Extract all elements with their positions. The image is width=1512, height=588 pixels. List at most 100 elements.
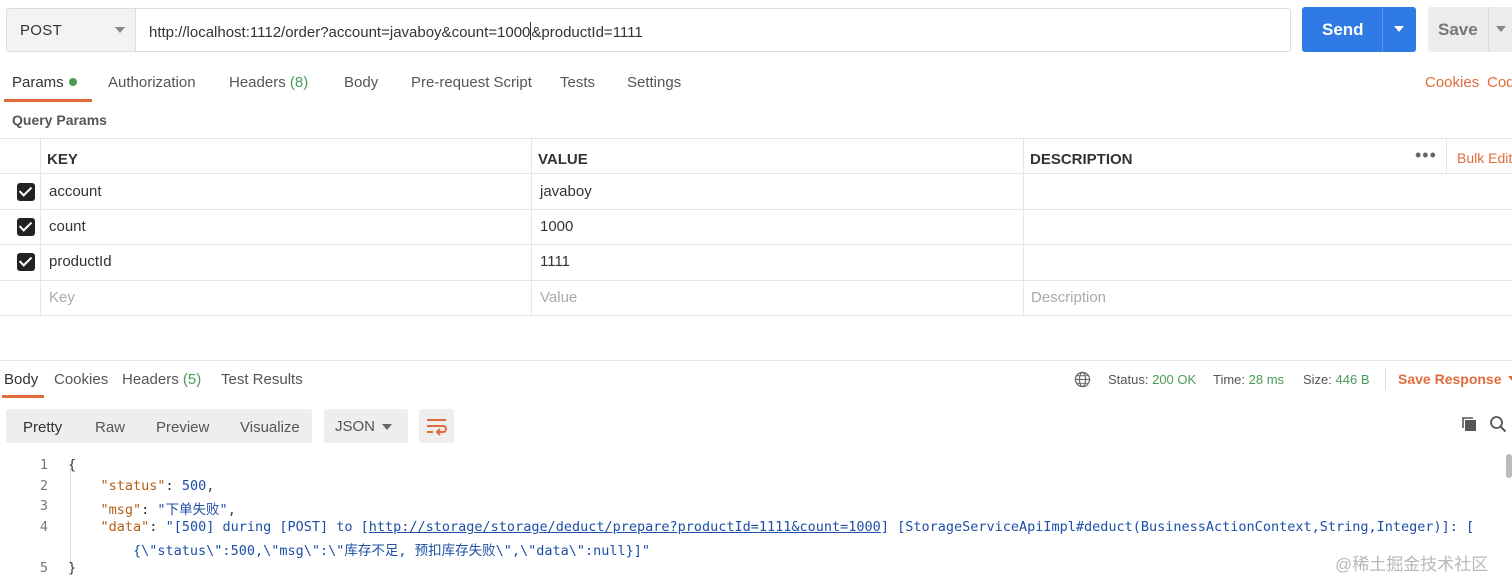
save-response-button[interactable]: Save Response [1398, 371, 1512, 387]
size-value: 446 B [1335, 372, 1370, 387]
send-options-chevron-icon[interactable] [1394, 26, 1404, 32]
copy-icon[interactable] [1460, 415, 1478, 433]
json-key: "data" [100, 519, 150, 535]
view-preview-button[interactable]: Preview [156, 419, 209, 436]
tab-params[interactable]: Params [12, 74, 77, 91]
wrap-lines-button[interactable] [419, 409, 454, 443]
key-input-placeholder[interactable]: Key [49, 289, 75, 306]
url-text-part1: http://localhost:1112/order?account=java… [149, 24, 531, 41]
new-param-row: Key Value Description [0, 281, 1512, 316]
watermark: @稀土掘金技术社区 [1335, 555, 1489, 574]
time-value: 28 ms [1248, 372, 1285, 387]
column-header-description: DESCRIPTION [1030, 151, 1133, 168]
divider [1382, 7, 1383, 52]
tab-tests[interactable]: Tests [560, 74, 595, 91]
table-row: productId 1111 [0, 245, 1512, 281]
row-checkbox[interactable] [17, 253, 35, 271]
format-select[interactable]: JSON [324, 409, 408, 443]
save-button[interactable]: Save [1428, 7, 1512, 52]
code-line: } [68, 560, 77, 576]
size-readout: Size: 446 B [1303, 372, 1370, 387]
tab-body[interactable]: Body [344, 74, 378, 91]
save-label: Save [1438, 20, 1478, 39]
response-tab-test-results[interactable]: Test Results [221, 371, 303, 388]
tab-pre-request-script[interactable]: Pre-request Script [411, 74, 532, 91]
param-key[interactable]: account [49, 183, 102, 200]
param-key[interactable]: count [49, 218, 86, 235]
response-headers-count: (5) [182, 371, 202, 388]
time-label: Time: [1213, 372, 1246, 387]
table-row: account javaboy [0, 174, 1512, 210]
cookies-link[interactable]: Cookies [1425, 74, 1479, 91]
query-params-title: Query Params [12, 112, 107, 128]
globe-icon[interactable] [1074, 371, 1091, 388]
request-bar: POST http://localhost:1112/order?account… [0, 0, 1512, 62]
response-tab-headers[interactable]: Headers (5) [122, 371, 201, 388]
response-tab-body[interactable]: Body [4, 371, 38, 388]
method-select[interactable]: POST [6, 8, 136, 52]
param-value[interactable]: javaboy [540, 183, 592, 200]
active-tab-underline [4, 99, 92, 102]
section-divider [0, 360, 1512, 361]
param-key[interactable]: productId [49, 253, 112, 270]
json-key: "msg" [100, 502, 142, 518]
tab-headers[interactable]: Headers (8) [229, 74, 308, 91]
status-value: 200 OK [1152, 372, 1197, 387]
more-options-icon[interactable]: ••• [1415, 145, 1437, 166]
bulk-edit-link[interactable]: Bulk Edit [1457, 150, 1512, 166]
code-line-wrapped: {\"status\":500,\"msg\":\"库存不足, 预扣库存失败\"… [68, 539, 650, 559]
chevron-down-icon [382, 424, 392, 430]
divider [1488, 7, 1489, 52]
url-link[interactable]: http://storage/storage/deduct/prepare?pr… [369, 519, 881, 535]
table-header-row: KEY VALUE DESCRIPTION ••• Bulk Edit [0, 139, 1512, 174]
view-mode-bar: Pretty Raw Preview Visualize [6, 409, 312, 443]
column-header-key: KEY [47, 151, 78, 168]
json-number: 500 [181, 478, 207, 494]
view-pretty-button[interactable]: Pretty [23, 419, 62, 436]
code-line: "data": "[500] during [POST] to [http://… [100, 519, 1475, 535]
json-string: "下单失败" [157, 502, 228, 518]
search-icon[interactable] [1489, 415, 1507, 433]
response-tab-headers-label: Headers [122, 371, 179, 388]
view-visualize-button[interactable]: Visualize [240, 419, 300, 436]
json-string: ] [StorageServiceApiImpl#deduct(Business… [880, 519, 1475, 535]
response-tab-cookies[interactable]: Cookies [54, 371, 108, 388]
row-checkbox[interactable] [17, 183, 35, 201]
code-line: { [68, 457, 77, 473]
headers-count: (8) [289, 74, 309, 91]
tab-authorization[interactable]: Authorization [108, 74, 196, 91]
active-dot-icon [68, 78, 77, 86]
line-number: 1 [39, 457, 48, 473]
json-key: "status" [100, 478, 166, 494]
line-number: 4 [39, 519, 48, 535]
description-input-placeholder[interactable]: Description [1031, 289, 1106, 306]
url-input[interactable]: http://localhost:1112/order?account=java… [136, 8, 1291, 52]
status-label: Status: [1108, 372, 1149, 387]
size-label: Size: [1303, 372, 1332, 387]
url-text: http://localhost:1112/order?account=java… [149, 22, 643, 41]
json-string: {\"status\":500,\"msg\":\"库存不足, 预扣库存失败\"… [133, 543, 651, 559]
code-link[interactable]: Cod [1487, 74, 1512, 91]
request-tabs: Params Authorization Headers (8) Body Pr… [0, 62, 1512, 102]
param-value[interactable]: 1111 [540, 253, 570, 270]
code-line: "msg": "下单失败", [100, 502, 236, 518]
param-value[interactable]: 1000 [540, 218, 573, 235]
send-label: Send [1322, 20, 1364, 39]
value-input-placeholder[interactable]: Value [540, 289, 577, 306]
tab-params-label: Params [12, 74, 64, 91]
row-checkbox[interactable] [17, 218, 35, 236]
json-string: "[500] during [POST] to [ [165, 519, 369, 535]
view-raw-button[interactable]: Raw [95, 419, 125, 436]
chevron-down-icon [115, 27, 125, 33]
scrollbar[interactable] [1506, 454, 1512, 478]
wrap-lines-icon [427, 419, 447, 436]
line-number: 3 [39, 498, 48, 514]
line-number: 2 [39, 478, 48, 494]
response-code-view[interactable]: 1 2 3 4 5 { "status": 500, "msg": "下单失败"… [0, 454, 1512, 588]
send-button[interactable]: Send [1302, 7, 1416, 52]
time-readout: Time: 28 ms [1213, 372, 1284, 387]
tab-headers-label: Headers [229, 74, 286, 91]
tab-settings[interactable]: Settings [627, 74, 681, 91]
status-readout: Status: 200 OK [1108, 372, 1196, 387]
save-options-chevron-icon[interactable] [1496, 26, 1506, 32]
